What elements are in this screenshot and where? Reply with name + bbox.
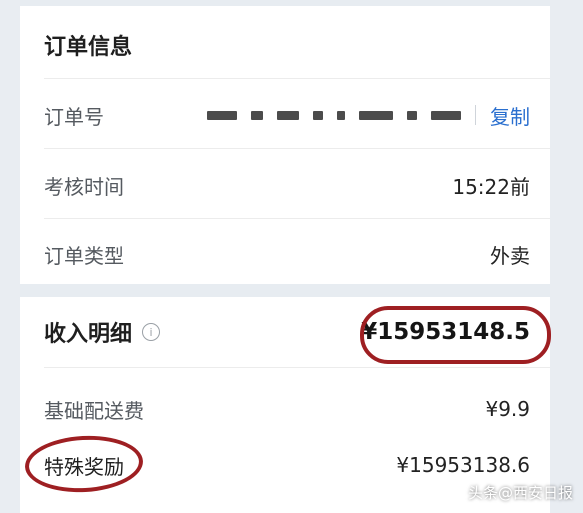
order-type-row: 订单类型 外卖 [20,224,550,284]
copy-separator [475,105,476,125]
check-time-label: 考核时间 [44,174,124,199]
order-info-header: 订单信息 [20,20,550,70]
base-fee-value: ¥9.9 [485,397,530,421]
special-bonus-value: ¥15953138.6 [396,453,530,477]
divider [44,367,550,368]
order-type-value: 外卖 [490,243,530,268]
info-icon[interactable]: i [142,323,161,341]
income-title: 收入明细 [44,322,133,347]
base-fee-label: 基础配送费 [44,398,144,423]
order-number-blurred-value [207,110,461,120]
divider [44,148,550,149]
check-time-row: 考核时间 15:22前 [20,154,550,216]
divider [44,218,550,219]
copy-button[interactable]: 复制 [490,101,530,130]
order-info-title: 订单信息 [44,35,133,60]
check-time-value: 15:22前 [452,174,530,199]
order-number-label: 订单号 [44,104,104,129]
divider [44,78,550,79]
base-fee-row: 基础配送费 ¥9.9 [20,379,550,439]
watermark-text: 头条@西安日报 [467,484,573,502]
order-info-card: 订单信息 订单号 复制 考核时间 15:22前 订单类型 外卖 [20,6,550,284]
order-number-row: 订单号 复制 [20,84,550,146]
order-type-label: 订单类型 [44,243,124,268]
watermark: 头条@西安日报 [468,482,573,503]
annotation-circle-total [360,306,551,364]
